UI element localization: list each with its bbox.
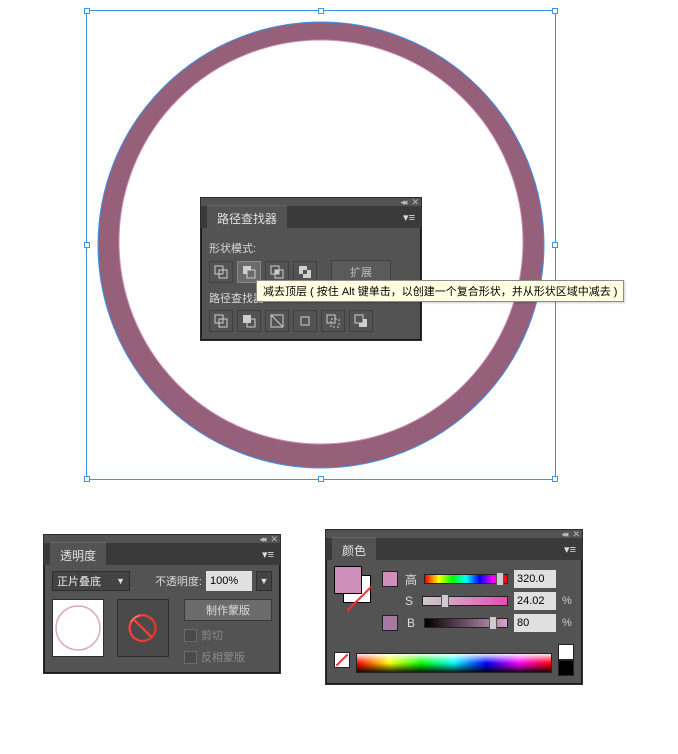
pathfinder-outline-button[interactable] xyxy=(321,310,345,332)
panel-menu-icon[interactable]: ▾≡ xyxy=(256,548,280,561)
resize-handle-bm[interactable] xyxy=(318,476,324,482)
mask-thumbnail[interactable]: 🚫 xyxy=(117,599,169,657)
opacity-value: 100% xyxy=(210,575,238,587)
hue-slider[interactable] xyxy=(424,574,508,584)
brightness-field[interactable]: 80 xyxy=(514,614,556,632)
saturation-slider[interactable] xyxy=(422,596,508,606)
resize-handle-tl[interactable] xyxy=(84,8,90,14)
collapse-icon[interactable]: ◂◂ xyxy=(561,529,566,540)
blend-mode-value: 正片叠底 xyxy=(57,573,101,589)
resize-handle-mr[interactable] xyxy=(552,242,558,248)
no-mask-icon: 🚫 xyxy=(127,613,159,644)
black-swatch[interactable] xyxy=(558,660,574,676)
hue-field[interactable]: 320.0 xyxy=(514,570,556,588)
fill-stroke-swatch[interactable] xyxy=(334,566,370,602)
b-swatch xyxy=(382,615,398,631)
saturation-field[interactable]: 24.02 xyxy=(514,592,556,610)
resize-handle-bl[interactable] xyxy=(84,476,90,482)
resize-handle-tm[interactable] xyxy=(318,8,324,14)
brightness-unit: % xyxy=(562,617,574,629)
hue-label: 高 xyxy=(404,571,418,588)
saturation-label: S xyxy=(402,594,416,608)
collapse-icon[interactable]: ◂◂ xyxy=(259,534,264,545)
resize-handle-tr[interactable] xyxy=(552,8,558,14)
make-mask-button[interactable]: 制作蒙版 xyxy=(184,599,272,621)
white-swatch[interactable] xyxy=(558,644,574,660)
color-tab[interactable]: 颜色 xyxy=(332,537,376,562)
collapse-icon[interactable]: ◂◂ xyxy=(400,197,405,208)
brightness-slider[interactable] xyxy=(424,618,508,628)
pathfinder-minus-back-button[interactable] xyxy=(349,310,373,332)
object-thumbnail[interactable] xyxy=(52,599,104,657)
panel-menu-icon[interactable]: ▾≡ xyxy=(397,211,421,224)
pathfinder-panel[interactable]: ◂◂ ✕ 路径查找器 ▾≡ 形状模式: 扩展 路径查找器: xyxy=(200,197,422,341)
close-icon[interactable]: ✕ xyxy=(411,197,417,208)
transparency-panel[interactable]: ◂◂ ✕ 透明度 ▾≡ 正片叠底 ▼ 不透明度: 100% ▼ 🚫 xyxy=(43,534,281,674)
transparency-tab[interactable]: 透明度 xyxy=(50,542,106,567)
opacity-label: 不透明度: xyxy=(155,573,202,589)
close-icon[interactable]: ✕ xyxy=(572,529,578,540)
panel-menu-icon[interactable]: ▾≡ xyxy=(558,543,582,556)
pathfinder-crop-button[interactable] xyxy=(293,310,317,332)
shape-modes-label: 形状模式: xyxy=(209,240,413,256)
tooltip: 减去顶层 ( 按住 Alt 键单击，以创建一个复合形状，并从形状区域中减去 ) xyxy=(256,280,624,302)
opacity-stepper[interactable]: ▼ xyxy=(256,571,272,591)
close-icon[interactable]: ✕ xyxy=(270,534,276,545)
pathfinder-tab[interactable]: 路径查找器 xyxy=(207,205,287,230)
fill-swatch[interactable] xyxy=(334,566,362,594)
shape-mode-unite-button[interactable] xyxy=(209,261,233,283)
resize-handle-ml[interactable] xyxy=(84,242,90,248)
h-swatch xyxy=(382,571,398,587)
clip-checkbox[interactable]: 剪切 xyxy=(184,627,272,643)
blend-mode-dropdown[interactable]: 正片叠底 ▼ xyxy=(52,571,130,591)
invert-mask-checkbox[interactable]: 反相蒙版 xyxy=(184,649,272,665)
color-panel[interactable]: ◂◂ ✕ 颜色 ▾≡ 高 320.0 xyxy=(325,529,583,685)
resize-handle-br[interactable] xyxy=(552,476,558,482)
pathfinder-merge-button[interactable] xyxy=(265,310,289,332)
pathfinder-divide-button[interactable] xyxy=(209,310,233,332)
none-color-swatch[interactable] xyxy=(334,652,350,668)
color-spectrum[interactable] xyxy=(356,653,552,673)
chevron-down-icon: ▼ xyxy=(116,576,125,586)
saturation-unit: % xyxy=(562,595,574,607)
brightness-label: B xyxy=(404,616,418,630)
pathfinder-trim-button[interactable] xyxy=(237,310,261,332)
opacity-field[interactable]: 100% xyxy=(206,571,252,591)
